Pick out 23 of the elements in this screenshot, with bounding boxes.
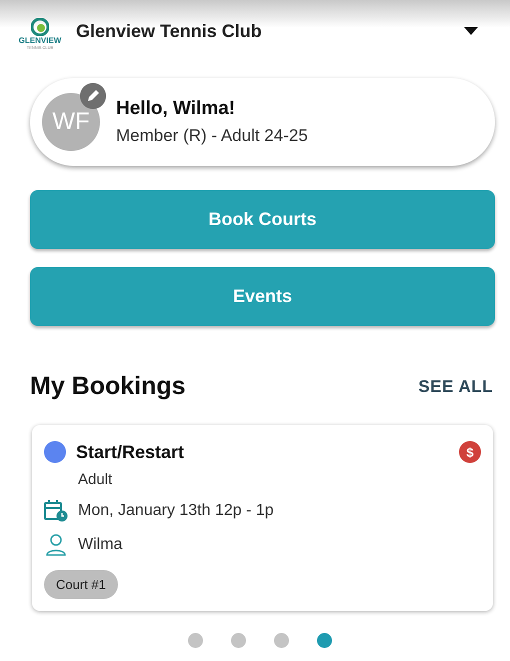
- page-dot[interactable]: [188, 633, 202, 648]
- person-icon: [44, 534, 68, 556]
- page-dot[interactable]: [230, 633, 246, 648]
- edit-icon[interactable]: [80, 83, 106, 109]
- booking-card[interactable]: Start/Restart $ Adult Mon, January 13th 12p - 1p Wilma Court #1: [32, 425, 493, 611]
- player-name: Wilma: [78, 536, 122, 554]
- profile-card[interactable]: WF Hello, Wilma! Member (R) - Adult 24-25: [30, 78, 495, 166]
- court-tag: Court #1: [44, 570, 118, 599]
- calendar-clock-icon: [44, 500, 68, 522]
- greeting: Hello, Wilma!: [116, 98, 236, 120]
- see-all-link[interactable]: SEE ALL: [418, 376, 493, 396]
- booking-time: Mon, January 13th 12p - 1p: [78, 502, 274, 520]
- booking-title: Start/Restart: [76, 442, 186, 462]
- membership-text: Member (R) - Adult 24-25: [116, 126, 308, 146]
- page-dot[interactable]: [316, 633, 332, 648]
- booking-category: Adult: [78, 471, 114, 488]
- page-dot[interactable]: [274, 633, 288, 648]
- logo-text: GLENVIEW: [18, 36, 62, 45]
- dropdown-caret-icon[interactable]: [464, 27, 478, 35]
- club-title: Glenview Tennis Club: [76, 20, 263, 42]
- section-title: My Bookings: [30, 372, 186, 401]
- logo-icon: [31, 18, 49, 36]
- payment-badge: $: [459, 441, 481, 463]
